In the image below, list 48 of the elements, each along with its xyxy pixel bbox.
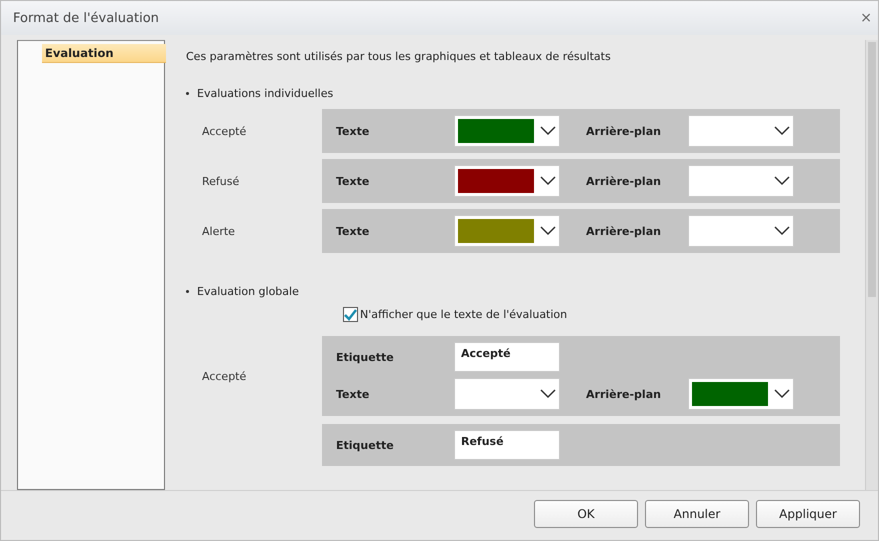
description-text: Ces paramètres sont utilisés par tous les graphiques et tableaux de résultats xyxy=(186,50,612,63)
field-label: Arrière-plan xyxy=(586,388,662,400)
row-label: Alerte xyxy=(201,224,236,238)
sidebar-item[interactable]: Evaluation xyxy=(42,44,166,63)
dialog-button[interactable]: OK xyxy=(534,500,638,528)
caret-icon xyxy=(774,226,790,236)
field-label: Etiquette xyxy=(336,350,395,364)
input-field[interactable]: Accepté xyxy=(454,342,560,372)
caret-icon xyxy=(540,226,556,236)
row-label: Accepté xyxy=(201,124,248,138)
bullet-icon xyxy=(186,290,189,293)
color-dropdown[interactable] xyxy=(454,215,560,247)
field-label: Texte xyxy=(336,174,370,188)
row-label: Refusé xyxy=(201,174,240,188)
color-dropdown[interactable] xyxy=(688,165,794,197)
input-field[interactable]: Refusé xyxy=(454,430,560,460)
scrollbar-thumb[interactable] xyxy=(868,42,876,297)
checkbox-label[interactable]: N'afficher que le texte de l'évaluation xyxy=(360,308,568,321)
row-label: Accepté xyxy=(201,370,248,382)
caret-icon xyxy=(540,126,556,136)
field-label: Texte xyxy=(336,388,370,400)
bullet-icon xyxy=(186,92,189,95)
color-dropdown[interactable] xyxy=(688,215,794,247)
color-dropdown[interactable] xyxy=(454,115,560,147)
section-heading: Evaluation globale xyxy=(197,285,299,298)
color-dropdown[interactable] xyxy=(688,115,794,147)
scrollbar[interactable] xyxy=(865,40,878,490)
caret-icon xyxy=(540,176,556,186)
field-label: Arrière-plan xyxy=(586,174,662,188)
color-dropdown[interactable] xyxy=(454,165,560,197)
field-label: Arrière-plan xyxy=(586,124,662,138)
dialog-button[interactable]: Appliquer xyxy=(756,500,860,528)
section-heading: Evaluations individuelles xyxy=(197,87,334,100)
caret-icon xyxy=(774,389,790,399)
color-dropdown[interactable] xyxy=(454,378,560,410)
dialog-button[interactable]: Annuler xyxy=(645,500,749,528)
field-label: Etiquette xyxy=(336,438,395,452)
field-label: Texte xyxy=(336,124,370,138)
checkmark-icon xyxy=(344,308,357,320)
caret-icon xyxy=(774,126,790,136)
caret-icon xyxy=(774,176,790,186)
window-title: Format de l'évaluation xyxy=(13,10,159,26)
color-dropdown[interactable] xyxy=(688,378,794,410)
field-label: Arrière-plan xyxy=(586,224,662,238)
caret-icon xyxy=(540,389,556,399)
checkbox[interactable] xyxy=(343,307,358,322)
close-button[interactable]: × xyxy=(860,10,872,26)
field-label: Texte xyxy=(336,224,370,238)
